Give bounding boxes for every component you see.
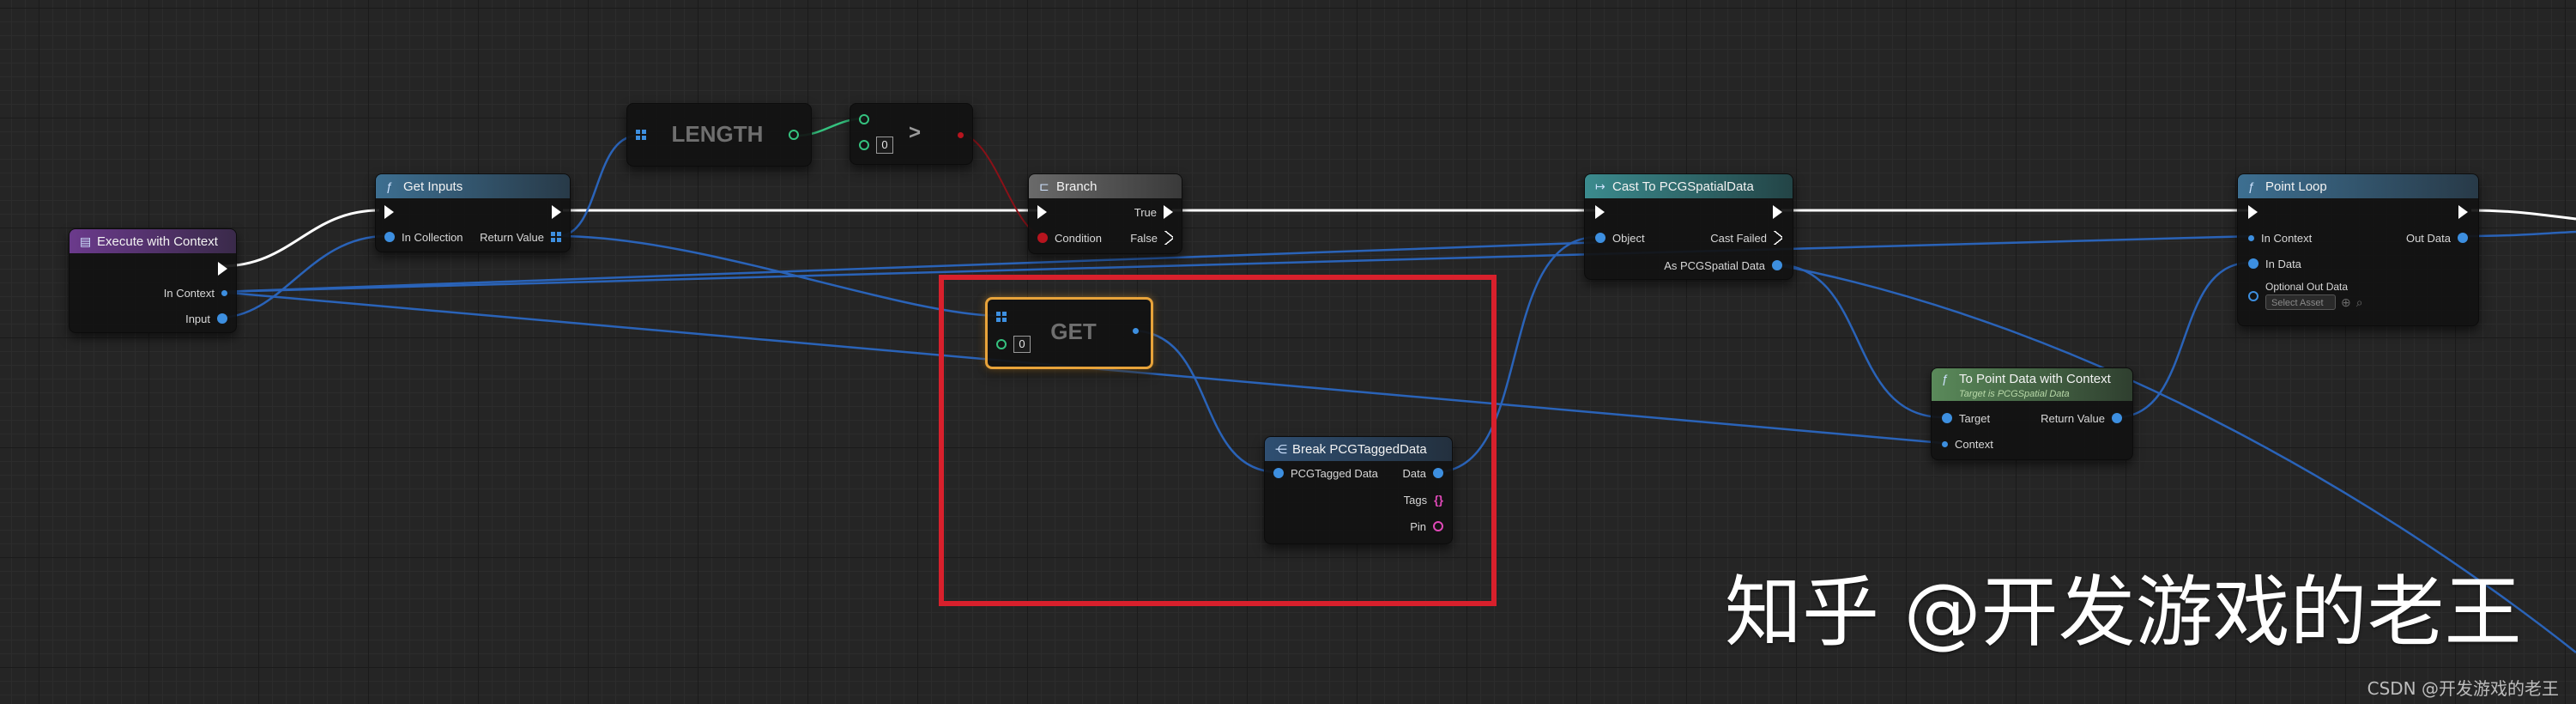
in-data-pin[interactable]: In Data	[2248, 255, 2301, 272]
input-output-pin[interactable]: Input	[185, 310, 227, 327]
exec-input-pin[interactable]	[1595, 203, 1605, 221]
out-data-pin[interactable]: Out Data	[2406, 229, 2468, 246]
use-asset-icon[interactable]: ⊕	[2341, 295, 2351, 310]
blueprint-graph-canvas[interactable]: ▤ Execute with Context In Context Input ƒ…	[0, 0, 2576, 704]
node-title: Break PCGTaggedData	[1292, 442, 1427, 457]
return-value-pin[interactable]: Return Value	[480, 228, 561, 246]
break-struct-icon: ⋲	[1275, 442, 1287, 456]
branch-icon: ⊏	[1039, 179, 1049, 193]
exec-input-pin[interactable]	[384, 203, 394, 221]
return-value-pin[interactable]: Return Value	[2041, 410, 2122, 427]
b-input-pin[interactable]: 0	[859, 137, 893, 154]
b-default-value[interactable]: 0	[876, 137, 893, 154]
node-subtitle: Target is PCGSpatial Data	[1959, 389, 2070, 399]
node-title: GET	[1050, 319, 1097, 344]
watermark-text: 知乎 @开发游戏的老王	[1725, 567, 2522, 658]
exec-output-pin[interactable]	[2458, 203, 2468, 221]
exec-output-pin[interactable]	[552, 203, 561, 221]
pcg-tagged-data-input-pin[interactable]: PCGTagged Data	[1273, 464, 1378, 482]
exec-input-pin[interactable]	[2248, 203, 2258, 221]
point-loop-node[interactable]: ƒ Point Loop In Context Out Data In Data …	[2237, 173, 2479, 326]
condition-pin[interactable]: Condition	[1037, 229, 1102, 246]
node-title: Point Loop	[2265, 179, 2327, 194]
data-wire	[2462, 230, 2576, 238]
cast-to-pcg-spatial-data-node[interactable]: ↦ Cast To PCGSpatialData Object Cast Fail…	[1584, 173, 1793, 280]
index-default-value[interactable]: 0	[1013, 336, 1031, 353]
execute-with-context-node[interactable]: ▤ Execute with Context In Context Input	[69, 228, 237, 333]
array-input-pin[interactable]	[996, 308, 1007, 325]
array-input-pin[interactable]	[636, 126, 646, 143]
select-asset-dropdown[interactable]: Select Asset	[2265, 294, 2336, 310]
item-output-pin[interactable]	[1133, 322, 1139, 339]
true-exec-pin[interactable]: True	[1134, 203, 1173, 221]
data-wire	[1774, 263, 1944, 419]
tags-output-pin[interactable]: {} Tags	[1404, 491, 1443, 508]
bool-output-pin[interactable]	[958, 126, 964, 143]
node-title: To Point Data with Context	[1959, 372, 2111, 386]
branch-node[interactable]: ⊏ Branch True Condition False	[1028, 173, 1182, 254]
exec-input-pin[interactable]	[1037, 203, 1047, 221]
node-title: Cast To PCGSpatialData	[1612, 179, 1754, 194]
get-node[interactable]: 0 GET	[985, 297, 1153, 369]
target-input-pin[interactable]: Target	[1942, 410, 1990, 427]
exec-wire	[221, 209, 380, 268]
node-header: ƒ Get Inputs	[376, 174, 570, 198]
to-point-data-with-context-node[interactable]: ƒ To Point Data with Context Target is PC…	[1931, 367, 2133, 460]
as-pcg-spatial-data-pin[interactable]: As PCGSpatial Data	[1664, 257, 1782, 274]
node-header: ƒ To Point Data with Context Target is PC…	[1932, 368, 2132, 401]
operator-symbol: >	[908, 121, 921, 144]
data-output-pin[interactable]: Data	[1403, 464, 1443, 482]
index-input-pin[interactable]: 0	[996, 336, 1031, 353]
cast-failed-pin[interactable]: Cast Failed	[1710, 229, 1782, 246]
event-icon: ▤	[80, 234, 92, 248]
length-output-pin[interactable]	[789, 126, 799, 143]
function-icon: ƒ	[2248, 179, 2255, 193]
break-pcg-tagged-data-node[interactable]: ⋲ Break PCGTaggedData PCGTagged Data Data…	[1264, 436, 1453, 544]
set-icon: {}	[1434, 493, 1443, 507]
data-wire	[2115, 261, 2251, 419]
a-input-pin[interactable]	[859, 111, 869, 128]
function-icon: ƒ	[1942, 372, 1949, 385]
cast-icon: ↦	[1595, 179, 1605, 193]
context-input-pin[interactable]: Context	[1942, 435, 1993, 452]
data-wire	[1434, 235, 1599, 474]
exec-output-pin[interactable]	[218, 260, 227, 277]
exec-output-pin[interactable]	[1773, 203, 1782, 221]
node-header: ▤ Execute with Context	[70, 229, 236, 253]
optional-out-data-pin[interactable]: Optional Out Data Select Asset ⊕ ⌕	[2248, 281, 2363, 319]
length-node[interactable]: LENGTH	[626, 103, 812, 167]
credit-text: CSDN @开发游戏的老王	[2367, 678, 2559, 699]
object-input-pin[interactable]: Object	[1595, 229, 1645, 246]
node-header: ↦ Cast To PCGSpatialData	[1585, 174, 1793, 198]
get-inputs-node[interactable]: ƒ Get Inputs In Collection Return Value	[375, 173, 571, 252]
node-title: Execute with Context	[97, 234, 218, 249]
exec-wire	[2470, 209, 2576, 221]
function-icon: ƒ	[386, 179, 393, 193]
in-context-pin[interactable]: In Context	[2248, 229, 2312, 246]
in-context-output-pin[interactable]: In Context	[164, 284, 227, 301]
node-header: ⋲ Break PCGTaggedData	[1265, 437, 1452, 461]
node-title: LENGTH	[671, 121, 764, 147]
node-header: ⊏ Branch	[1029, 174, 1182, 198]
node-title: Get Inputs	[403, 179, 463, 194]
browse-asset-icon[interactable]: ⌕	[2356, 295, 2363, 310]
node-title: Branch	[1056, 179, 1098, 194]
greater-than-node[interactable]: 0 >	[850, 103, 973, 165]
false-exec-pin[interactable]: False	[1130, 229, 1173, 246]
pin-output-pin[interactable]: Pin	[1410, 518, 1443, 535]
node-header: ƒ Point Loop	[2238, 174, 2478, 198]
in-collection-pin[interactable]: In Collection	[384, 228, 463, 246]
